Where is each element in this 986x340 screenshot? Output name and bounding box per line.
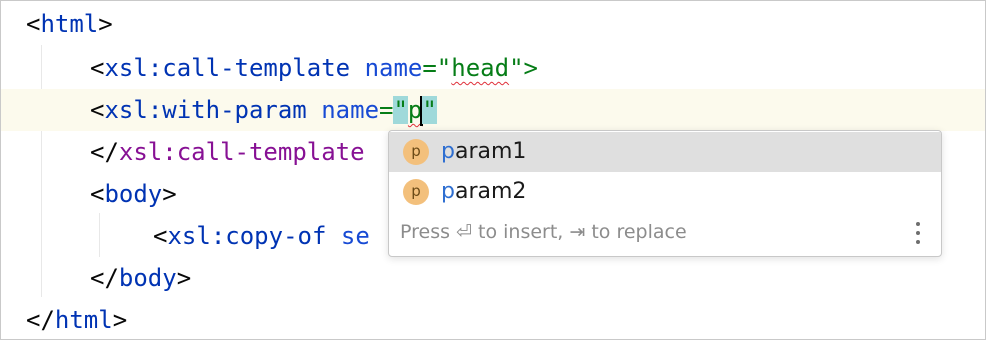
completion-item-label: param1 [441,132,526,172]
completion-hint: Press ⏎ to insert, ⇥ to replace [400,221,687,243]
code-line[interactable]: <xsl:call-template name="head"> [1,47,985,89]
parameter-icon: p [403,139,429,165]
tag-bracket: </ [90,138,119,166]
code-line[interactable]: <html> [1,3,985,45]
attribute-open-quote: " [393,96,408,124]
namespace-separator: : [147,96,163,124]
tag-bracket: > [176,264,192,292]
attribute-value: head [451,54,510,82]
tag-name: body [104,180,163,208]
completion-item-param1[interactable]: p param1 [389,132,941,172]
tag-bracket: < [26,10,41,38]
tag-namespace: xsl [167,222,211,250]
tag-namespace: xsl [104,54,148,82]
tag-bracket: > [112,306,128,334]
attribute-name: se [340,222,370,250]
attribute-close-quote: " [422,96,437,124]
more-options-icon[interactable] [915,222,921,246]
tag-name: copy-of [225,222,327,250]
tag-bracket: < [90,96,105,124]
tag-name: html [54,306,113,334]
tag-bracket: > [98,10,113,38]
tag-bracket: < [90,54,105,82]
completion-item-label: param2 [441,172,526,212]
code-line[interactable]: </body> [1,257,985,299]
tag-bracket: </ [26,306,55,334]
tag-bracket: > [162,180,177,208]
completion-match: p [441,179,455,204]
completion-rest: aram2 [454,179,527,204]
code-line[interactable]: </html> [1,299,985,339]
namespace-separator: : [210,222,226,250]
tag-bracket: < [153,222,168,250]
tag-namespace: xsl [118,138,163,166]
namespace-separator: : [162,138,177,166]
tag-name: body [118,264,177,292]
tag-name: call-template [162,54,351,82]
attribute-name: name [364,54,423,82]
code-line-current[interactable]: <xsl:with-param name="p" [1,89,985,131]
completion-rest: aram1 [454,139,527,164]
namespace-separator: : [147,54,163,82]
attribute-close: "> [509,54,538,82]
tag-bracket: </ [90,264,119,292]
attribute-open: =" [422,54,452,82]
attribute-name: name [321,96,380,124]
completion-item-param2[interactable]: p param2 [389,172,941,212]
tag-name: with-param [162,96,307,124]
code-completion-popup: p param1 p param2 Press ⏎ to insert, ⇥ t… [388,130,942,257]
tag-namespace: xsl [104,96,148,124]
tag-name: html [40,10,99,38]
tag-name: call-template [176,138,365,166]
completion-match: p [441,139,455,164]
attribute-equals: = [379,96,394,124]
tag-bracket: < [90,180,105,208]
parameter-icon: p [403,179,429,205]
editor-window: <html> <xsl:call-template name="head"> <… [0,0,986,340]
